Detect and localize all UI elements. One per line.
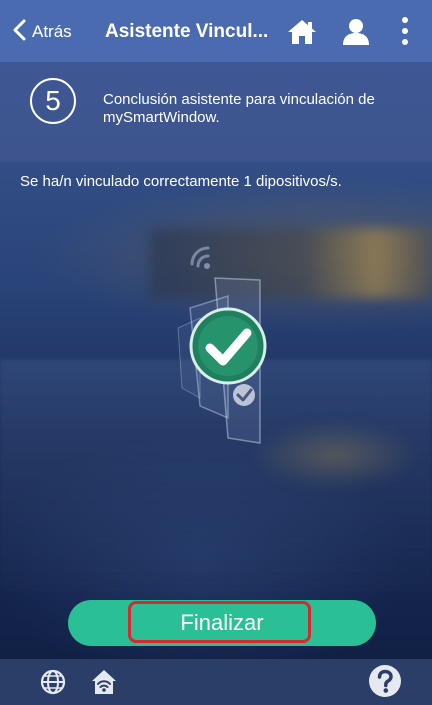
- step-description: Conclusión asistente para vinculación de…: [103, 91, 375, 126]
- back-label: Atrás: [32, 22, 72, 41]
- user-icon[interactable]: [341, 18, 371, 51]
- pairing-success-illustration: [160, 238, 280, 448]
- home-icon[interactable]: [286, 18, 318, 51]
- top-bar: Atrás Asistente Vincul...: [0, 0, 432, 62]
- status-message: Se ha/n vinculado correctamente 1 diposi…: [20, 173, 342, 190]
- back-button[interactable]: Atrás: [12, 18, 72, 46]
- step-number-badge: 5: [30, 78, 76, 124]
- globe-icon[interactable]: [40, 669, 66, 700]
- home-wifi-icon[interactable]: [90, 668, 118, 701]
- bottom-bar: [0, 659, 432, 705]
- more-vertical-icon[interactable]: [400, 16, 410, 51]
- finish-button[interactable]: Finalizar: [68, 600, 376, 646]
- step-banner: 5 Conclusión asistente para vinculación …: [0, 62, 432, 162]
- page-title: Asistente Vincul...: [105, 21, 269, 42]
- help-icon[interactable]: [368, 664, 402, 703]
- chevron-left-icon: [12, 19, 26, 45]
